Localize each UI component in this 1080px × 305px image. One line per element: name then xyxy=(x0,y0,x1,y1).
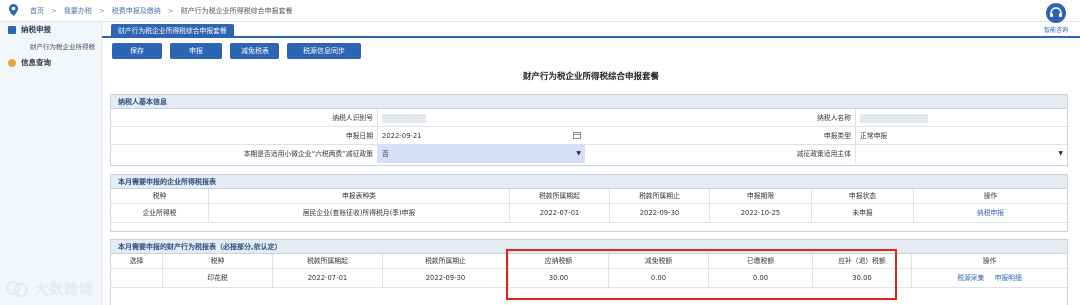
panel-header: 本月需要申报的企业所得税报表 xyxy=(111,175,1067,189)
sidebar: 纳税申报 财产行为税企业所得税 信息查询 xyxy=(0,22,102,305)
save-button[interactable]: 保存 xyxy=(112,43,162,59)
column-header: 税款所属期止 xyxy=(383,254,509,269)
breadcrumb-tax-declare[interactable]: 税费申报及缴纳 xyxy=(112,6,161,16)
submit-button[interactable]: 申报 xyxy=(170,43,222,59)
column-header: 税款所属期止 xyxy=(610,189,710,204)
form-row: 本期是否适用小微企业“六税两费”减征政策 否 ▼ 减征政策适用主体 ▼ xyxy=(111,145,1067,163)
report-date-label: 申报日期 xyxy=(345,132,373,140)
sidebar-item-label: 信息查询 xyxy=(21,58,51,67)
report-type-value: 正常申报 xyxy=(855,127,1067,145)
sidebar-subitem-property-tax[interactable]: 财产行为税企业所得税 xyxy=(30,41,95,51)
watermark-text: 大数跨境 xyxy=(34,282,94,298)
column-header: 税种 xyxy=(163,254,273,269)
column-header: 申报表种类 xyxy=(209,189,510,204)
reduce-tax-button[interactable]: 减免税表 xyxy=(230,43,279,59)
taxpayer-id-label: 纳税人识别号 xyxy=(332,114,373,122)
table-cell: 2022-10-25 xyxy=(710,204,812,223)
table-cell: 居民企业(查账征收)所得税月(季)申报 xyxy=(209,204,510,223)
operation-cell: 税源采集 申报明细 xyxy=(912,269,1067,288)
chevron-down-icon: ▼ xyxy=(576,150,581,157)
table-cell: 2022-07-01 xyxy=(510,204,610,223)
policy-label: 本期是否适用小微企业“六税两费”减征政策 xyxy=(243,150,373,158)
table-cell: 印花税 xyxy=(163,269,273,288)
table-cell: 企业所得税 xyxy=(111,204,209,223)
form-row: 申报日期 2022-09-21 申报类型 正常申报 xyxy=(111,127,1067,145)
table-cell: 2022-09-30 xyxy=(610,204,710,223)
income-tax-panel: 本月需要申报的企业所得税报表 税种 申报表种类 税款所属期起 税款所属期止 申报… xyxy=(110,174,1068,232)
top-bar: 首页 > 我要办税 > 税费申报及缴纳 > 财产行为税企业所得税综合申报套餐 xyxy=(0,0,1080,22)
sync-tax-source-button[interactable]: 税源信息同步 xyxy=(287,43,361,59)
column-header: 操作 xyxy=(982,257,997,265)
taxpayer-name-value xyxy=(855,109,1067,127)
headset-icon xyxy=(1046,3,1066,23)
column-header: 申报状态 xyxy=(812,189,914,204)
column-header: 税款所属期起 xyxy=(273,254,383,269)
policy-select[interactable]: 否 ▼ xyxy=(377,145,585,163)
toolbar: 保存 申报 减免税表 税源信息同步 xyxy=(112,43,361,59)
tax-report-icon xyxy=(8,25,16,34)
watermark-logo-icon xyxy=(6,281,28,297)
highlight-box xyxy=(506,249,897,300)
table-header-row: 税种 申报表种类 税款所属期起 税款所属期止 申报期限 申报状态 操作 xyxy=(111,189,1067,204)
report-type-label: 申报类型 xyxy=(823,132,851,140)
column-header: 税种 xyxy=(111,189,209,204)
column-header: 操作 xyxy=(983,192,998,200)
tax-source-collect-link[interactable]: 税源采集 xyxy=(957,274,984,282)
column-header: 申报期限 xyxy=(710,189,812,204)
location-pin-icon xyxy=(9,4,18,16)
page-title: 财产行为税企业所得税综合申报套餐 xyxy=(522,72,659,82)
policy-subject-select[interactable]: ▼ xyxy=(855,145,1067,163)
sidebar-item-tax-report[interactable]: 纳税申报 xyxy=(8,24,51,35)
sidebar-item-label: 纳税申报 xyxy=(21,25,51,34)
chevron-down-icon: ▼ xyxy=(1058,150,1063,157)
column-header: 选择 xyxy=(111,254,163,269)
policy-subject-label: 减征政策适用主体 xyxy=(796,150,851,158)
breadcrumb-my-tax[interactable]: 我要办税 xyxy=(64,6,92,16)
tab-property-income-tax[interactable]: 财产行为税企业所得税综合申报套餐 xyxy=(111,24,234,38)
column-header: 税款所属期起 xyxy=(510,189,610,204)
panel-header: 纳税人基本信息 xyxy=(111,95,1067,109)
form-row: 纳税人识别号 纳税人名称 xyxy=(111,109,1067,127)
report-date-input[interactable]: 2022-09-21 xyxy=(377,127,585,145)
status-cell: 未申报 xyxy=(812,204,914,223)
row-select[interactable] xyxy=(111,269,163,288)
table-row: 企业所得税 居民企业(查账征收)所得税月(季)申报 2022-07-01 202… xyxy=(111,204,1067,223)
taxpayer-info-panel: 纳税人基本信息 纳税人识别号 纳税人名称 申报日期 2022-09-21 申报类… xyxy=(110,94,1068,166)
declare-detail-link[interactable]: 申报明细 xyxy=(995,274,1022,282)
tab-bar: 财产行为税企业所得税综合申报套餐 xyxy=(102,22,1080,38)
table-cell: 2022-09-30 xyxy=(383,269,509,288)
breadcrumb-current: 财产行为税企业所得税综合申报套餐 xyxy=(180,7,293,15)
taxpayer-name-label: 纳税人名称 xyxy=(817,114,851,122)
sidebar-item-info-query[interactable]: 信息查询 xyxy=(8,57,51,68)
breadcrumb: 首页 > 我要办税 > 税费申报及缴纳 > 财产行为税企业所得税综合申报套餐 xyxy=(30,6,293,16)
taxpayer-id-value xyxy=(377,109,585,127)
watermark: 大数跨境 xyxy=(6,278,94,300)
calendar-icon[interactable] xyxy=(573,132,581,139)
table-cell: 2022-07-01 xyxy=(273,269,383,288)
info-query-icon xyxy=(8,58,16,67)
breadcrumb-home[interactable]: 首页 xyxy=(30,6,44,16)
declare-link[interactable]: 纳税申报 xyxy=(914,204,1067,223)
